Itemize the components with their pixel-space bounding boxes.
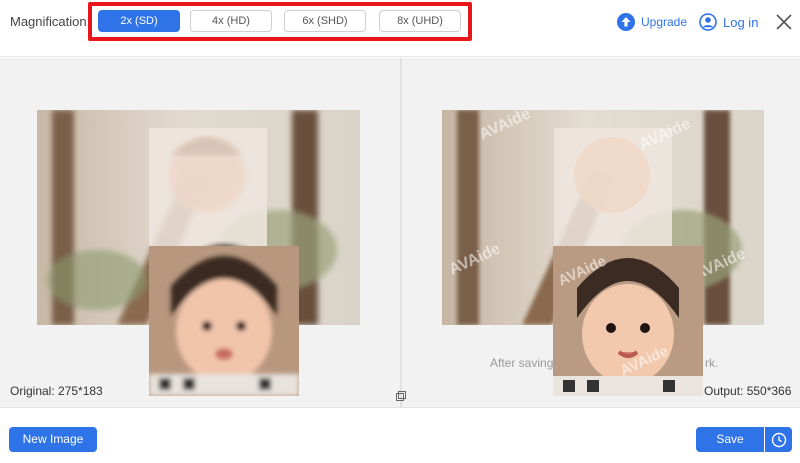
output-child-crop: AVAide AVAide xyxy=(553,246,703,396)
original-child-crop xyxy=(149,246,299,396)
user-icon xyxy=(699,13,717,31)
close-icon xyxy=(776,14,792,30)
save-button[interactable]: Save xyxy=(696,427,764,452)
new-image-button[interactable]: New Image xyxy=(9,427,97,452)
upload-arrow-icon xyxy=(617,13,635,31)
login-link[interactable]: Log in xyxy=(699,12,758,32)
output-size-caption: Output: 550*366 xyxy=(704,384,792,398)
top-toolbar: Magnification: 2x (SD) 4x (HD) 6x (SHD) … xyxy=(0,0,800,57)
magnification-highlight-box xyxy=(88,2,472,41)
upgrade-label: Upgrade xyxy=(641,15,688,29)
history-button[interactable] xyxy=(765,427,792,452)
close-button[interactable] xyxy=(774,12,794,32)
upgrade-link[interactable]: Upgrade xyxy=(617,12,687,32)
save-note-tail: rk. xyxy=(705,356,719,370)
magnification-label: Magnification: xyxy=(10,14,91,29)
original-size-caption: Original: 275*183 xyxy=(10,384,103,398)
login-label: Log in xyxy=(723,14,759,30)
output-preview-panel: AVAide AVAide AVAide AVAide AVAide AVAid… xyxy=(402,58,800,407)
clock-icon xyxy=(771,432,786,447)
original-preview-panel xyxy=(0,58,400,407)
save-note: After saving xyxy=(490,356,554,370)
bottom-toolbar: New Image Save xyxy=(0,407,800,463)
compare-icon[interactable] xyxy=(396,388,406,401)
